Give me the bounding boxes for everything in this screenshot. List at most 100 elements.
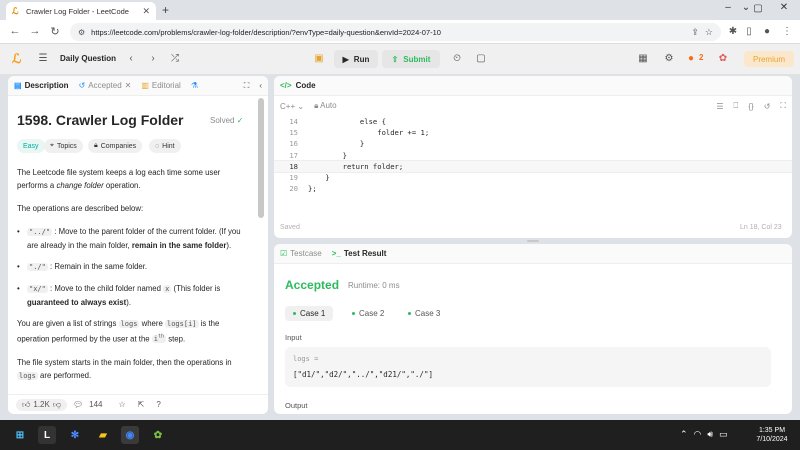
hint-chip[interactable]: ◌ Hint [149,139,181,153]
tab-accepted-label: Accepted [88,81,122,90]
forward-arrow-icon[interactable]: → [28,25,42,37]
taskbar-clock[interactable]: 1:35 PM 7/10/2024 [752,426,792,444]
terminal-icon: >_ [331,249,341,258]
leetcode-favicon-icon: ℒ [12,5,19,16]
prev-problem-icon[interactable]: ‹ [124,53,138,64]
difficulty-badge[interactable]: Easy [17,139,45,153]
tab-editorial[interactable]: ▥ Editorial [141,81,180,90]
tab-solutions[interactable]: ⚗ [191,81,198,90]
companies-chip[interactable]: 🔒︎ Companies [88,139,143,153]
address-bar[interactable]: ⚙ https://leetcode.com/problems/crawler-… [70,23,721,41]
panel-resize-handle[interactable] [527,240,539,242]
cursor-position: Ln 18, Col 23 [740,224,782,231]
share-icon[interactable]: ⇱ [138,400,145,409]
reload-icon[interactable]: ↻ [48,25,62,38]
code-lines[interactable]: 14 else { 15 folder += 1; 16 } 17 } 18 r… [274,116,792,194]
language-selector[interactable]: C++ ⌄ [280,102,304,111]
case-1-button[interactable]: Case 1 [285,306,334,321]
share-icon[interactable]: ⇪ [691,27,699,38]
code-line[interactable]: 19 } [274,172,792,183]
file-explorer-icon[interactable]: ▰ [94,426,112,444]
premium-button[interactable]: Premium [744,51,794,67]
windows-start-icon[interactable]: ⊞ [11,426,29,444]
case-2-button[interactable]: Case 2 [344,306,392,321]
timer-icon[interactable]: ⏲ [450,53,464,64]
app-green-icon[interactable]: ✿ [149,426,167,444]
maximize-panel-icon[interactable]: ⛶ [244,81,250,91]
case-3-button[interactable]: Case 3 [400,306,448,321]
problem-list-icon[interactable]: ☰ [36,53,50,64]
comment-icon[interactable]: 💬︎ [73,400,83,409]
close-tab-icon[interactable]: ✕ [142,6,150,17]
volume-icon[interactable]: 🔊︎ [707,429,713,440]
collapse-panel-icon[interactable]: ‹ [259,81,262,90]
streak-fire-icon[interactable]: ● [684,53,698,64]
site-info-icon[interactable]: ⚙ [78,28,85,37]
tab-description[interactable]: ▤ Description [14,81,69,90]
favorite-star-icon[interactable]: ☆ [118,400,125,409]
bookmark-icon[interactable]: ⎕ [734,101,739,111]
kebab-menu-icon[interactable]: ⋮ [780,26,794,37]
comment-count[interactable]: 144 [89,400,102,409]
close-tab-icon[interactable]: ✕ [125,81,132,90]
streak-count[interactable]: 2 [699,53,703,62]
thumbs-up-icon[interactable]: 👍︎ [22,400,30,410]
description-tabs: ▤ Description ↺ Accepted ✕ ▥ Editorial ⚗… [8,76,268,96]
description-scrollbar[interactable] [258,98,264,218]
help-icon[interactable]: ? [156,400,160,409]
topics-chip[interactable]: ⌖ Topics [44,139,83,153]
url-text[interactable]: https://leetcode.com/problems/crawler-lo… [91,28,685,37]
daily-question-link[interactable]: Daily Question [60,54,116,63]
solved-label: Solved [210,116,235,125]
back-arrow-icon[interactable]: ← [8,25,22,37]
battery-icon[interactable]: ▭ [719,429,728,440]
extensions-puzzle-icon[interactable]: ✱ [726,26,740,37]
braces-icon[interactable]: {} [748,102,753,111]
code-line[interactable]: 20}; [274,183,792,194]
side-panel-icon[interactable]: ▯ [742,26,756,37]
fullscreen-icon[interactable]: ⛶ [780,101,786,111]
reset-icon[interactable]: ↺ [764,102,771,111]
thumbs-down-icon[interactable]: 👎︎ [53,400,61,410]
submit-button[interactable]: ⇧ Submit [382,50,440,68]
debugger-icon[interactable]: ▣ [312,53,326,64]
maximize-icon[interactable]: ▢ [746,3,770,14]
run-button[interactable]: ▶ Run [334,50,378,68]
run-label: Run [353,54,370,64]
app-l-icon[interactable]: L [38,426,56,444]
code-line[interactable]: 15 folder += 1; [274,127,792,138]
code-line[interactable]: 14 else { [274,116,792,127]
auto-mode[interactable]: 🔒︎ Auto [314,101,337,111]
shuffle-icon[interactable]: ⤮ [168,53,182,64]
layout-grid-icon[interactable]: ▦ [636,53,650,64]
leetcode-logo-icon[interactable]: ℒ [12,52,26,66]
minimize-icon[interactable]: – [716,2,740,13]
tab-test-result[interactable]: >_ Test Result [332,249,387,258]
app-settings-icon[interactable]: ✻ [66,426,84,444]
like-count: 1.2K [33,400,50,409]
code-tab-label[interactable]: Code [296,81,316,90]
close-window-icon[interactable]: ✕ [772,2,796,13]
like-dislike-group: 👍︎ 1.2K 👎︎ [16,398,67,411]
saved-status: Saved [280,224,300,231]
notes-icon[interactable]: ▢ [474,53,488,64]
format-icon[interactable]: ☰ [716,102,723,111]
desc-paragraph: The file system starts in the main folde… [17,358,232,381]
next-problem-icon[interactable]: › [146,53,160,64]
chrome-icon[interactable]: ◉ [121,426,139,444]
code-line-current[interactable]: 18 return folder; [274,159,792,173]
profile-avatar-icon[interactable]: ● [760,26,774,37]
new-tab-icon[interactable]: + [162,3,169,17]
store-gift-icon[interactable]: ✿ [716,53,730,64]
bookmark-star-icon[interactable]: ☆ [705,27,713,38]
chevron-up-icon[interactable]: ⌃ [680,429,688,440]
tab-accepted[interactable]: ↺ Accepted ✕ [79,81,132,90]
code-line[interactable]: 17 } [274,150,792,161]
browser-tab[interactable]: ℒ Crawler Log Folder - LeetCode ✕ [6,2,156,20]
wifi-icon[interactable]: ◠ [694,429,702,440]
settings-gear-icon[interactable]: ⚙ [662,53,676,64]
description-panel: ▤ Description ↺ Accepted ✕ ▥ Editorial ⚗… [8,76,268,414]
cloud-upload-icon: ⇧ [391,54,399,64]
code-line[interactable]: 16 } [274,138,792,149]
tab-testcase[interactable]: ☑ Testcase [280,249,322,258]
